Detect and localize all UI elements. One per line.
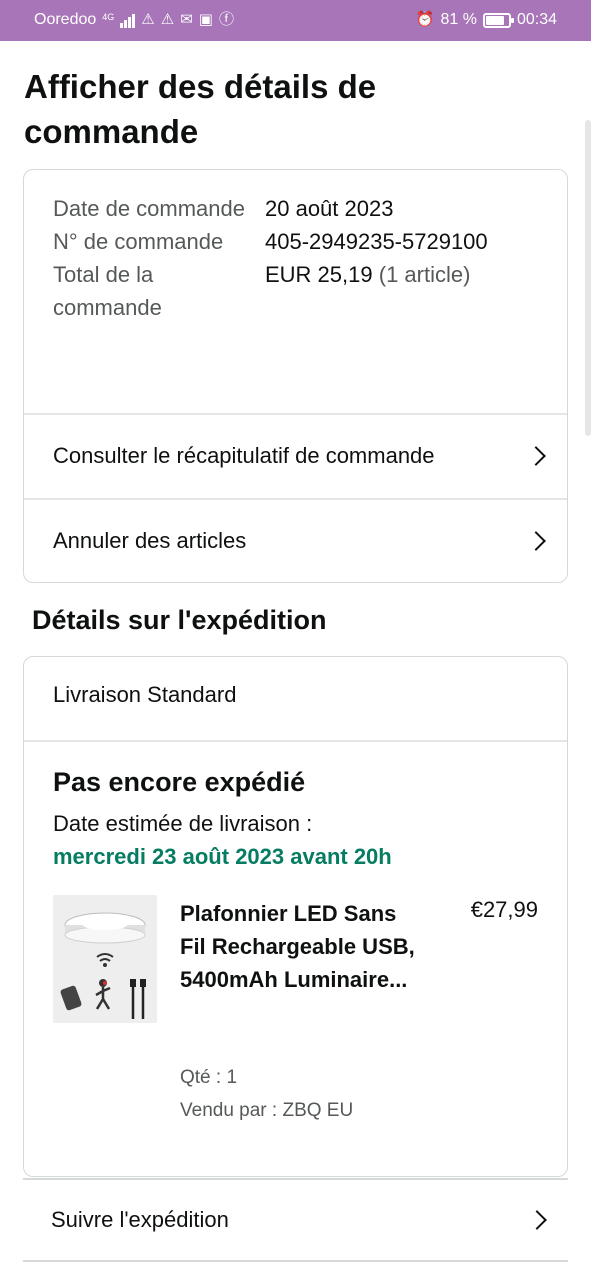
battery-fill: [485, 15, 504, 25]
view-order-summary-link[interactable]: Consulter le récapitulatif de commande: [24, 414, 567, 498]
delivery-estimate-value: mercredi 23 août 2023 avant 20h: [53, 844, 392, 869]
product-seller: Vendu par : ZBQ EU: [180, 1100, 354, 1121]
order-number-value: 405-2949235-5729100: [265, 229, 488, 254]
order-info-grid: Date de commande 20 août 2023 N° de comm…: [53, 192, 543, 324]
shipment-section-title: Détails sur l'expédition: [32, 605, 327, 635]
network-type: 4G: [102, 11, 115, 22]
carrier-name: Ooredoo: [34, 11, 97, 28]
warning-icon: ⚠: [160, 11, 175, 28]
order-date-label: Date de commande: [53, 196, 245, 221]
chevron-right-icon: [526, 531, 546, 551]
product-title-link[interactable]: Plafonnier LED Sans Fil Rechargeable USB…: [180, 897, 420, 996]
shipment-card: Livraison Standard Pas encore expédié Da…: [23, 656, 568, 1177]
clock: 00:34: [516, 11, 557, 28]
divider: [24, 740, 567, 742]
order-total-amount: EUR 25,19: [265, 262, 373, 287]
facebook-icon: ⓕ: [218, 11, 234, 28]
chevron-right-icon: [527, 1210, 547, 1230]
status-bar: Ooredoo 4G ⚠ ⚠ ✉ ▣ ⓕ ⏰ 81 % 00:34: [0, 0, 591, 41]
status-bar-left: Ooredoo 4G ⚠ ⚠ ✉ ▣ ⓕ: [34, 11, 234, 29]
shipment-status: Pas encore expédié: [53, 767, 306, 797]
order-item-count: (1 article): [378, 262, 471, 287]
cancel-items-label: Annuler des articles: [53, 528, 247, 553]
battery-icon: [482, 12, 514, 28]
order-number-row: N° de commande 405-2949235-5729100: [53, 225, 543, 258]
order-date-value: 20 août 2023: [265, 196, 394, 221]
chevron-right-icon: [526, 446, 546, 466]
cancel-items-link[interactable]: Annuler des articles: [24, 499, 567, 583]
product-image[interactable]: [53, 895, 157, 1023]
battery-percent: 81 %: [440, 11, 477, 28]
product-price: €27,99: [470, 897, 538, 922]
alarm-icon: ⏰: [415, 11, 435, 28]
warning-icon: ⚠: [141, 11, 155, 28]
page-title: Afficher des détails de commande: [24, 68, 377, 150]
delivery-estimate-label: Date estimée de livraison :: [53, 811, 313, 836]
ceiling-light-image-icon: [53, 895, 157, 1023]
product-quantity: Qté : 1: [180, 1067, 238, 1088]
shipping-method: Livraison Standard: [53, 682, 237, 707]
app-icon: ▣: [198, 11, 213, 28]
order-total-label: Total de la commande: [53, 262, 162, 320]
scrollbar[interactable]: [585, 120, 591, 436]
view-order-summary-label: Consulter le récapitulatif de commande: [53, 443, 435, 468]
divider: [23, 1260, 568, 1262]
status-bar-right: ⏰ 81 % 00:34: [416, 11, 557, 29]
track-shipment-label: Suivre l'expédition: [51, 1207, 229, 1232]
mail-icon: ✉: [180, 11, 193, 28]
order-number-label: N° de commande: [53, 229, 224, 254]
order-total-value: EUR 25,19 (1 article): [265, 258, 543, 324]
order-info-card: Date de commande 20 août 2023 N° de comm…: [23, 169, 568, 583]
signal-icon: [120, 12, 136, 28]
track-shipment-link[interactable]: Suivre l'expédition: [23, 1180, 568, 1260]
order-date-row: Date de commande 20 août 2023: [53, 192, 543, 225]
order-total-row: Total de la commande EUR 25,19 (1 articl…: [53, 258, 543, 324]
